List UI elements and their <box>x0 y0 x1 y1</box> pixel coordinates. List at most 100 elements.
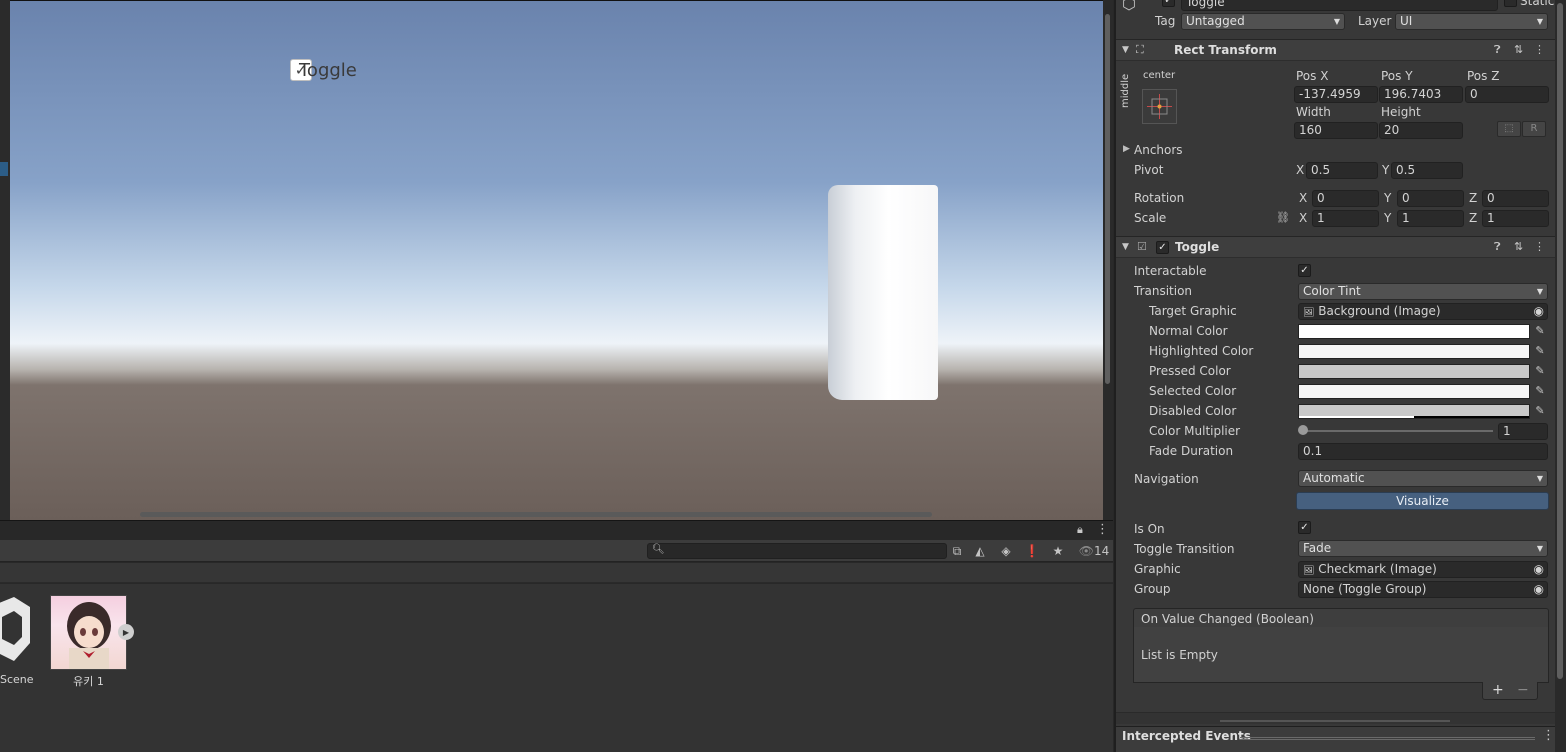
toggle-component-header[interactable]: ▼ ☑ ✓ Toggle ❓︎ ⇅ ⋮ <box>1116 236 1555 258</box>
group-field[interactable]: None (Toggle Group) ◉ <box>1298 581 1548 598</box>
scale-x-input[interactable]: 1 <box>1312 210 1379 227</box>
color-multiplier-slider-handle[interactable] <box>1298 425 1308 435</box>
preset-icon[interactable]: ⇅ <box>1514 240 1523 253</box>
anchor-presets-button[interactable] <box>1142 89 1177 124</box>
more-menu-icon[interactable]: ⋮ <box>1096 522 1109 537</box>
eyedropper-icon[interactable]: ✎ <box>1533 384 1547 399</box>
pivot-y-input[interactable]: 0.5 <box>1391 162 1463 179</box>
visibility-count[interactable]: 👁︎14 <box>1076 542 1112 560</box>
context-menu-icon[interactable]: ⋮ <box>1534 240 1545 253</box>
height-input[interactable]: 20 <box>1379 122 1463 139</box>
unity-scene-icon[interactable] <box>0 595 30 667</box>
anchors-label[interactable]: Anchors <box>1134 143 1183 157</box>
color-multiplier-slider-track[interactable] <box>1303 430 1493 432</box>
pivot-x-input[interactable]: 0.5 <box>1306 162 1378 179</box>
play-preview-icon[interactable]: ▶ <box>118 624 134 640</box>
anchors-foldout-icon[interactable]: ▶ <box>1123 144 1130 154</box>
raw-edit-button[interactable]: R <box>1522 121 1546 137</box>
preset-icon[interactable]: ⇅ <box>1514 43 1523 56</box>
scene-horizontal-scrollbar[interactable] <box>140 512 932 517</box>
is-on-checkbox[interactable]: ✓ <box>1298 521 1311 534</box>
filter-by-type-icon[interactable]: ◭ <box>970 542 990 560</box>
context-menu-icon[interactable]: ⋮ <box>1542 728 1555 743</box>
toggle-component-title: Toggle <box>1175 240 1220 254</box>
toggle-transition-dropdown[interactable]: Fade ▼ <box>1298 540 1548 557</box>
disabled-color-label: Disabled Color <box>1149 404 1237 418</box>
visualize-button[interactable]: Visualize <box>1296 492 1549 510</box>
scene-vertical-scrollbar[interactable] <box>1103 0 1113 520</box>
dropdown-arrow-icon: ▼ <box>1536 17 1543 26</box>
tag-dropdown[interactable]: Untagged ▼ <box>1181 13 1345 30</box>
target-graphic-value: Background (Image) <box>1318 304 1441 318</box>
interactable-label: Interactable <box>1134 264 1207 278</box>
object-name-input[interactable]: Toggle <box>1181 0 1498 11</box>
cylinder-object[interactable] <box>828 185 938 400</box>
warning-filter-icon[interactable]: ❗ <box>1022 542 1042 560</box>
fade-duration-input[interactable]: 0.1 <box>1298 443 1548 460</box>
foldout-arrow-icon[interactable]: ▼ <box>1122 242 1129 252</box>
eyedropper-icon[interactable]: ✎ <box>1533 364 1547 379</box>
context-menu-icon[interactable]: ⋮ <box>1534 43 1545 56</box>
scene-view[interactable]: ✓ Toggle <box>10 0 1113 520</box>
object-picker-icon[interactable]: ◉ <box>1534 562 1544 577</box>
rotation-y-axis-label: Y <box>1384 191 1392 205</box>
posx-input[interactable]: -137.4959 <box>1294 86 1378 103</box>
group-value: None (Toggle Group) <box>1303 582 1427 596</box>
disabled-color-swatch[interactable] <box>1298 404 1530 419</box>
image-icon: 🖼︎ <box>1303 308 1315 318</box>
static-checkbox[interactable] <box>1504 0 1517 7</box>
inspector-scrollbar[interactable] <box>1555 0 1566 752</box>
intercepted-events-bar[interactable]: Intercepted Events ⋮ <box>1116 726 1555 752</box>
foldout-arrow-icon[interactable]: ▼ <box>1122 45 1129 55</box>
image-thumbnail[interactable] <box>50 595 127 670</box>
rotation-label: Rotation <box>1134 191 1185 205</box>
active-checkbox[interactable]: ✓ <box>1162 0 1175 7</box>
graphic-field[interactable]: 🖼︎ Checkmark (Image) ◉ <box>1298 561 1548 578</box>
rect-transform-header[interactable]: ▼ ⛶ Rect Transform ❓︎ ⇅ ⋮ <box>1116 39 1555 61</box>
eyedropper-icon[interactable]: ✎ <box>1533 404 1547 419</box>
layer-dropdown[interactable]: UI ▼ <box>1395 13 1548 30</box>
gameobject-icon: ⬡ <box>1122 0 1136 13</box>
project-search-input[interactable]: 🔍︎ <box>647 543 947 559</box>
posy-input[interactable]: 196.7403 <box>1379 86 1463 103</box>
rotation-z-input[interactable]: 0 <box>1482 190 1549 207</box>
transition-dropdown[interactable]: Color Tint ▼ <box>1298 283 1548 300</box>
constrain-proportions-icon[interactable]: ⛓︎ <box>1276 211 1290 224</box>
normal-color-swatch[interactable] <box>1298 324 1530 339</box>
rotation-y-input[interactable]: 0 <box>1397 190 1464 207</box>
highlighted-color-swatch[interactable] <box>1298 344 1530 359</box>
search-by-type-icon[interactable]: ⧉ <box>947 542 967 560</box>
object-picker-icon[interactable]: ◉ <box>1534 582 1544 597</box>
blueprint-mode-button[interactable]: ⬚ <box>1497 121 1521 137</box>
eyedropper-icon[interactable]: ✎ <box>1533 344 1547 359</box>
posz-input[interactable]: 0 <box>1465 86 1549 103</box>
navigation-dropdown[interactable]: Automatic ▼ <box>1298 470 1548 487</box>
width-input[interactable]: 160 <box>1294 122 1378 139</box>
group-label: Group <box>1134 582 1171 596</box>
rotation-z-axis-label: Z <box>1469 191 1478 205</box>
target-graphic-field[interactable]: 🖼︎ Background (Image) ◉ <box>1298 303 1548 320</box>
remove-event-button[interactable]: − <box>1517 682 1529 698</box>
lock-icon[interactable]: 🔒︎ <box>1077 523 1083 537</box>
pivot-y-axis-label: Y <box>1382 163 1390 177</box>
scene-ui-toggle[interactable]: ✓ Toggle <box>290 59 357 81</box>
intercepted-events-title: Intercepted Events <box>1122 729 1251 743</box>
object-picker-icon[interactable]: ◉ <box>1534 304 1544 319</box>
interactable-checkbox[interactable]: ✓ <box>1298 264 1311 277</box>
scale-z-input[interactable]: 1 <box>1482 210 1549 227</box>
scale-x-axis-label: X <box>1299 211 1308 225</box>
component-enabled-checkbox[interactable]: ✓ <box>1156 241 1169 254</box>
add-event-button[interactable]: + <box>1492 682 1504 698</box>
help-icon[interactable]: ❓︎ <box>1494 43 1501 57</box>
scale-y-input[interactable]: 1 <box>1397 210 1464 227</box>
rotation-x-input[interactable]: 0 <box>1312 190 1379 207</box>
pressed-color-swatch[interactable] <box>1298 364 1530 379</box>
highlighted-color-label: Highlighted Color <box>1149 344 1254 358</box>
selected-color-swatch[interactable] <box>1298 384 1530 399</box>
eyedropper-icon[interactable]: ✎ <box>1533 324 1547 339</box>
help-icon[interactable]: ❓︎ <box>1494 240 1501 254</box>
filter-by-label-icon[interactable]: ◈ <box>996 542 1016 560</box>
navigation-value: Automatic <box>1303 471 1365 485</box>
favorite-star-icon[interactable]: ★ <box>1048 542 1068 560</box>
color-multiplier-input[interactable]: 1 <box>1498 423 1548 440</box>
